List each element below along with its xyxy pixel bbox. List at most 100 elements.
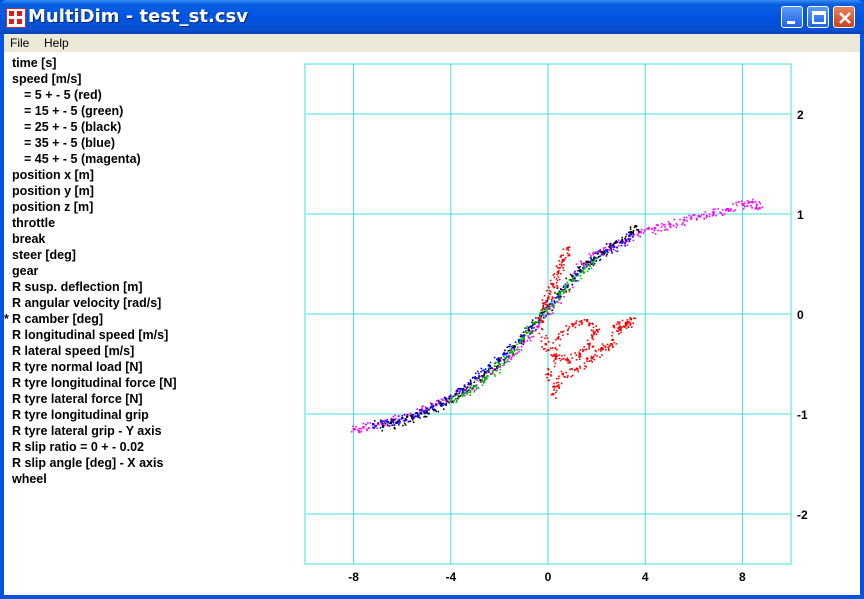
data-point — [551, 297, 554, 300]
data-point — [615, 246, 618, 249]
data-point — [392, 418, 395, 421]
data-point — [583, 267, 586, 270]
data-point — [568, 254, 571, 257]
data-point — [588, 253, 591, 255]
data-point — [571, 357, 574, 359]
data-point — [567, 254, 569, 257]
data-point — [384, 422, 387, 425]
data-point — [388, 425, 391, 427]
data-point — [513, 347, 515, 350]
data-point — [558, 344, 561, 347]
data-point — [723, 213, 726, 215]
data-point — [704, 211, 707, 213]
data-point — [633, 317, 635, 319]
data-point — [581, 271, 584, 273]
data-point — [587, 339, 589, 342]
data-point — [558, 357, 561, 360]
data-point — [559, 266, 562, 269]
data-point — [548, 289, 551, 292]
data-point — [559, 295, 562, 298]
data-point — [529, 339, 532, 342]
close-button[interactable] — [833, 6, 855, 28]
data-point — [411, 414, 413, 416]
minimize-button[interactable] — [781, 6, 803, 28]
data-point — [700, 214, 703, 216]
data-point — [567, 362, 569, 364]
data-point — [615, 330, 618, 332]
data-point — [594, 331, 596, 333]
data-point — [590, 254, 592, 257]
data-point — [365, 428, 368, 431]
data-point — [703, 218, 706, 220]
data-point — [660, 230, 663, 232]
data-point — [414, 415, 416, 418]
data-point — [560, 272, 562, 275]
app-grid-icon[interactable] — [6, 8, 26, 28]
data-point — [552, 312, 554, 314]
data-point — [522, 337, 526, 340]
data-point — [368, 426, 370, 429]
data-point — [627, 238, 630, 240]
maximize-button[interactable] — [807, 6, 829, 28]
data-point — [579, 265, 581, 268]
data-point — [599, 258, 602, 261]
data-point — [534, 321, 538, 324]
data-point — [549, 306, 552, 308]
data-point — [440, 398, 443, 400]
data-point — [551, 309, 553, 312]
data-point — [578, 269, 581, 272]
data-point — [563, 375, 565, 378]
data-point — [435, 410, 438, 413]
data-point — [584, 261, 587, 264]
data-point — [637, 229, 640, 231]
data-point — [583, 319, 586, 321]
data-point — [397, 415, 400, 417]
data-point — [450, 397, 453, 399]
window-title: MultiDim - test_st.csv — [28, 6, 248, 27]
data-point — [532, 327, 534, 329]
data-point — [575, 320, 578, 322]
data-point — [591, 361, 594, 363]
title-bar[interactable]: MultiDim - test_st.csv — [0, 0, 864, 34]
data-point — [357, 431, 360, 433]
data-point — [554, 391, 557, 394]
data-point — [508, 360, 510, 363]
data-point — [422, 405, 424, 407]
data-point — [469, 387, 472, 389]
data-point — [599, 249, 602, 251]
data-point — [437, 410, 440, 413]
data-point — [703, 213, 705, 216]
data-point — [632, 239, 635, 242]
data-point — [592, 264, 595, 267]
data-point — [557, 377, 560, 380]
data-point — [564, 257, 567, 259]
data-point — [574, 277, 577, 280]
data-point — [566, 252, 569, 255]
data-point — [675, 226, 678, 229]
data-point — [728, 209, 731, 212]
data-point — [486, 375, 489, 378]
data-point — [425, 407, 427, 410]
data-point — [352, 428, 355, 431]
data-point — [579, 365, 581, 368]
data-point — [439, 401, 442, 404]
data-point — [443, 403, 446, 406]
data-point — [565, 291, 567, 293]
data-point — [612, 339, 614, 342]
data-point — [574, 279, 576, 282]
scatter-plot[interactable]: -8 -4 0 4 8 2 1 0 -1 -2 — [4, 34, 860, 595]
data-point — [565, 289, 568, 292]
data-point — [390, 418, 393, 421]
data-point — [552, 342, 554, 344]
data-point — [751, 201, 754, 204]
data-point — [705, 216, 708, 219]
data-point — [509, 349, 511, 352]
data-point — [616, 250, 619, 253]
data-point — [470, 384, 473, 387]
data-point — [751, 198, 754, 201]
data-point — [529, 336, 531, 339]
data-point — [555, 397, 557, 399]
data-point — [457, 388, 459, 390]
data-point — [392, 420, 395, 423]
data-point — [595, 333, 598, 336]
